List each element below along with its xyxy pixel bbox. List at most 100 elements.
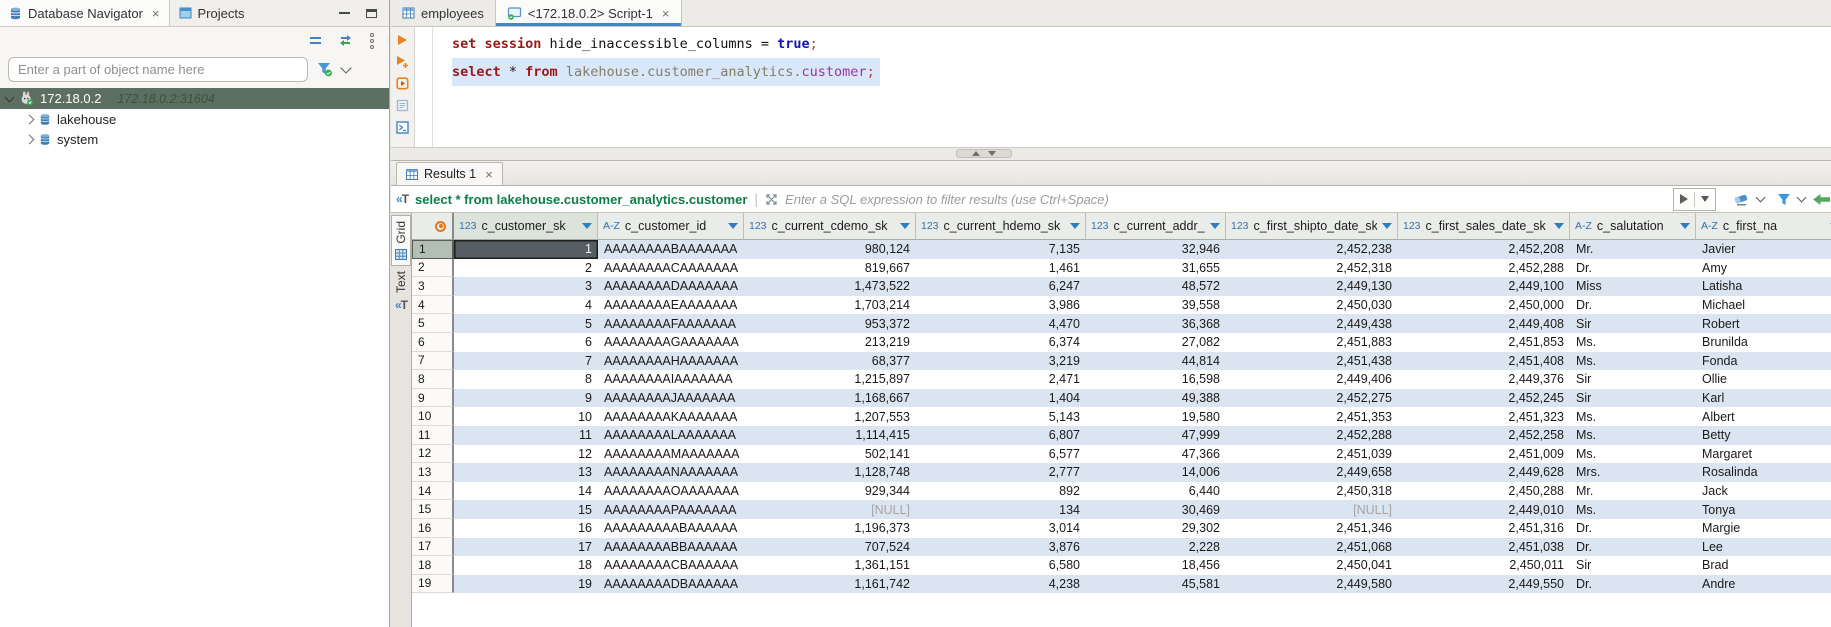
grid-cell[interactable]: Karl [1696,389,1831,408]
grid-cell[interactable]: 2,777 [916,463,1086,482]
grid-cell[interactable]: 1,128,748 [744,463,916,482]
tab-script-1[interactable]: <172.18.0.2> Script-1 [495,0,682,26]
grid-cell[interactable]: AAAAAAAACAAAAAAA [598,259,744,278]
grid-cell[interactable]: 45,581 [1086,575,1226,594]
grid-cell[interactable]: Albert [1696,407,1831,426]
grid-cell[interactable]: AAAAAAAAPAAAAAAA [598,500,744,519]
row-number[interactable]: 3 [412,277,454,296]
grid-cell[interactable]: 2,450,041 [1226,556,1398,575]
grid-cell[interactable]: 892 [916,482,1086,501]
grid-cell[interactable]: 2,452,288 [1398,259,1570,278]
grid-cell[interactable]: Ms. [1570,426,1696,445]
grid-cell[interactable]: AAAAAAAAMAAAAAAA [598,445,744,464]
tab-projects[interactable]: Projects [170,0,254,26]
grid-cell[interactable]: AAAAAAAANAAAAAAA [598,463,744,482]
grid-cell[interactable]: Jack [1696,482,1831,501]
row-number[interactable]: 11 [412,426,454,445]
grid-cell[interactable]: Mrs. [1570,463,1696,482]
presentation-tab-grid[interactable]: Grid [391,215,411,266]
column-filter-arrow-icon[interactable] [1382,223,1392,229]
grid-cell[interactable]: 2,452,275 [1226,389,1398,408]
grid-cell[interactable]: 6 [454,333,598,352]
grid-cell[interactable]: 1,168,667 [744,389,916,408]
grid-cell[interactable]: Sir [1570,314,1696,333]
column-header-c_salutation[interactable]: A-Zc_salutation [1570,213,1696,240]
grid-cell[interactable]: Margaret [1696,445,1831,464]
grid-cell[interactable]: 3 [454,277,598,296]
grid-cell[interactable]: 68,377 [744,352,916,371]
grid-cell[interactable]: 49,388 [1086,389,1226,408]
grid-cell[interactable]: 15 [454,500,598,519]
grid-cell[interactable]: 2,450,030 [1226,296,1398,315]
grid-cell[interactable]: 2,449,130 [1226,277,1398,296]
grid-cell[interactable]: AAAAAAAAABAAAAAA [598,519,744,538]
grid-cell[interactable]: 11 [454,426,598,445]
grid-cell[interactable]: 2,449,628 [1398,463,1570,482]
close-icon[interactable] [662,7,670,20]
apply-filter-dropdown-icon[interactable] [1701,196,1709,202]
grid-cell[interactable]: 27,082 [1086,333,1226,352]
grid-cell[interactable]: AAAAAAAAGAAAAAAA [598,333,744,352]
column-header-c_first_shipto_date_sk[interactable]: 123c_first_shipto_date_sk [1226,213,1398,240]
explain-plan-icon[interactable] [396,99,409,112]
code-line[interactable]: select * from lakehouse.customer_analyti… [452,58,880,86]
grid-cell[interactable]: 31,655 [1086,259,1226,278]
grid-cell[interactable]: AAAAAAAAEAAAAAAA [598,296,744,315]
tab-employees[interactable]: employees [391,0,495,26]
grid-cell[interactable]: AAAAAAAAJAAAAAAA [598,389,744,408]
grid-cell[interactable]: 6,440 [1086,482,1226,501]
column-filter-arrow-icon[interactable] [728,223,738,229]
grid-cell[interactable]: 2,450,288 [1398,482,1570,501]
grid-cell[interactable]: Margie [1696,519,1831,538]
grid-cell[interactable]: 2,449,658 [1226,463,1398,482]
grid-cell[interactable]: Michael [1696,296,1831,315]
grid-cell[interactable]: 2,449,376 [1398,370,1570,389]
grid-cell[interactable]: 502,141 [744,445,916,464]
grid-cell[interactable]: Brad [1696,556,1831,575]
grid-cell[interactable]: 2,451,438 [1226,352,1398,371]
grid-cell[interactable]: 48,572 [1086,277,1226,296]
grid-cell[interactable]: AAAAAAAALAAAAAAA [598,426,744,445]
grid-cell[interactable]: 2,449,408 [1398,314,1570,333]
grid-cell[interactable]: 44,814 [1086,352,1226,371]
row-number[interactable]: 10 [412,407,454,426]
grid-cell[interactable]: 3,219 [916,352,1086,371]
grid-cell[interactable]: 2,451,039 [1226,445,1398,464]
grid-cell[interactable]: 2,452,318 [1226,259,1398,278]
history-back-icon[interactable] [1812,193,1831,206]
maximize-icon[interactable] [366,9,377,18]
grid-cell[interactable]: 2,450,000 [1398,296,1570,315]
tab-results-1[interactable]: Results 1 [396,162,503,185]
tree-item-system[interactable]: system [0,129,389,149]
row-number[interactable]: 8 [412,370,454,389]
execute-script-icon[interactable] [396,77,409,90]
grid-cell[interactable]: Dr. [1570,538,1696,557]
row-number[interactable]: 17 [412,538,454,557]
row-number[interactable]: 14 [412,482,454,501]
grid-cell[interactable]: 2,451,316 [1398,519,1570,538]
grid-cell[interactable]: 2,449,010 [1398,500,1570,519]
filter-funnel-icon[interactable] [317,62,333,77]
row-number[interactable]: 9 [412,389,454,408]
grid-cell[interactable]: 2,452,288 [1226,426,1398,445]
grid-cell[interactable]: 4,470 [916,314,1086,333]
row-number[interactable]: 18 [412,556,454,575]
grid-cell[interactable]: 3,876 [916,538,1086,557]
grid-cell[interactable]: 47,999 [1086,426,1226,445]
apply-filter-button[interactable] [1673,188,1716,211]
row-number[interactable]: 1 [412,240,454,259]
grid-cell[interactable]: 2,451,853 [1398,333,1570,352]
column-header-c_customer_sk[interactable]: 123c_customer_sk [454,213,598,240]
grid-cell[interactable]: 13 [454,463,598,482]
column-filter-arrow-icon[interactable] [1680,223,1690,229]
chevron-down-icon[interactable] [1756,192,1766,202]
grid-cell[interactable]: 12 [454,445,598,464]
grid-cell[interactable]: 1,196,373 [744,519,916,538]
grid-cell[interactable]: AAAAAAAABAAAAAAA [598,240,744,259]
grid-cell[interactable]: 29,302 [1086,519,1226,538]
apply-filter-icon[interactable] [1680,194,1688,204]
chevron-down-icon[interactable] [340,62,351,73]
close-icon[interactable] [485,168,493,181]
row-number[interactable]: 2 [412,259,454,278]
grid-cell[interactable]: 2,449,438 [1226,314,1398,333]
